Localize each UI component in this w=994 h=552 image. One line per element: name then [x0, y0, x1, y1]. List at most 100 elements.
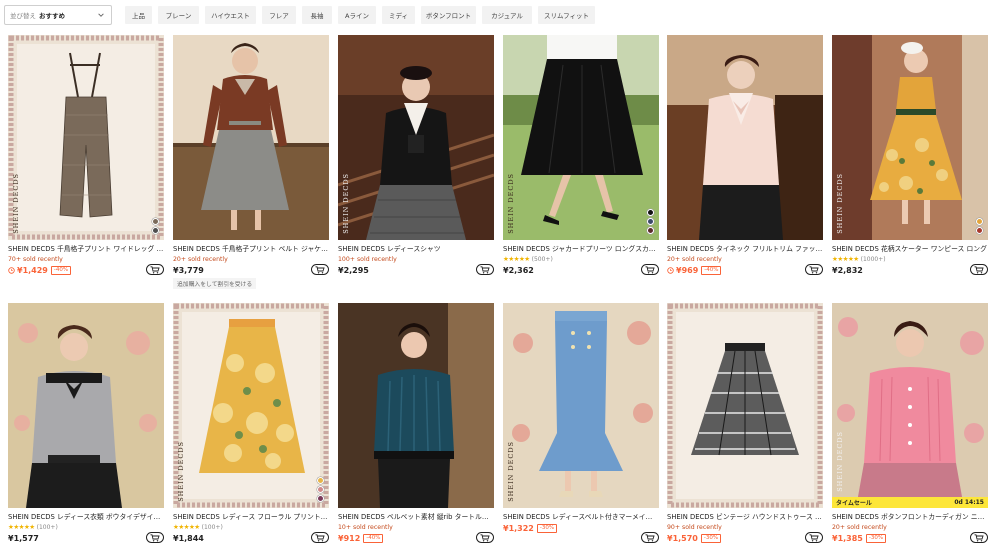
- product-card[interactable]: SHEIN DECDS ビンテージ ハウンドストゥース スカート 90+ sol…: [667, 303, 823, 552]
- brand-watermark: SHEIN DECDS: [342, 173, 350, 234]
- rating-stars: ★★★★★: [8, 523, 35, 531]
- product-image[interactable]: SHEIN DECDS: [503, 35, 659, 240]
- product-title[interactable]: SHEIN DECDS レディースシャツ: [338, 243, 494, 253]
- product-title[interactable]: SHEIN DECDS ベルベット素材 縦rib タートルネック トップス: [338, 511, 494, 521]
- sort-select[interactable]: 並び替え おすすめ: [4, 5, 112, 25]
- color-swatches[interactable]: [976, 218, 983, 234]
- product-card[interactable]: SHEIN DECDS SHEIN DECDS レディース フローラル プリント…: [173, 303, 329, 552]
- filter-chip-slim-fit[interactable]: スリムフィット: [538, 6, 595, 24]
- product-card[interactable]: SHEIN DECDS タイネック フリルトリム ファッションブラウス 20+ …: [667, 35, 823, 291]
- color-swatch[interactable]: [976, 218, 983, 225]
- product-title[interactable]: SHEIN DECDS 千鳥格子プリント ワイドレッグ ジャンプスーツ: [8, 243, 164, 253]
- color-swatch[interactable]: [152, 227, 159, 234]
- filter-chip-elegant[interactable]: 上品: [125, 6, 152, 24]
- product-image[interactable]: [8, 303, 164, 508]
- product-title[interactable]: SHEIN DECDS ジャカードプリーツ ロングスカート: [503, 243, 659, 253]
- product-card[interactable]: SHEIN DECDS レディース衣類 ボウタイデザイン ブラウス ★★★★★(…: [8, 303, 164, 552]
- color-swatch[interactable]: [317, 477, 324, 484]
- cart-icon: [480, 533, 490, 541]
- cart-icon: [150, 265, 160, 273]
- color-swatches[interactable]: [317, 477, 324, 502]
- chevron-down-icon: [98, 13, 104, 17]
- product-image[interactable]: SHEIN DECDS: [503, 303, 659, 508]
- filter-chip-button-front[interactable]: ボタンフロント: [421, 6, 476, 24]
- clock-icon: [8, 266, 15, 274]
- discount-badge: -30%: [536, 523, 558, 533]
- product-image[interactable]: SHEIN DECDS: [832, 35, 988, 240]
- sort-prefix: 並び替え: [10, 12, 36, 20]
- filter-chip-midi[interactable]: ミディ: [382, 6, 415, 24]
- product-card[interactable]: SHEIN DECDS SHEIN DECDS 千鳥格子プリント ワイドレッグ …: [8, 35, 164, 291]
- product-card[interactable]: SHEIN DECDS SHEIN DECDS ジャカードプリーツ ロングスカー…: [503, 35, 659, 291]
- rating-count: (100+): [201, 523, 223, 531]
- product-card[interactable]: SHEIN DECDS SHEIN DECDS 花柄スケーター ワンピース ロン…: [832, 35, 988, 291]
- time-sale-label: タイムセール: [836, 500, 872, 507]
- product-title[interactable]: SHEIN DECDS 花柄スケーター ワンピース ロング: [832, 243, 988, 253]
- add-to-cart-button[interactable]: [476, 264, 494, 275]
- sold-count: 90+ sold recently: [667, 523, 722, 531]
- add-to-cart-button[interactable]: [476, 532, 494, 543]
- add-to-cart-button[interactable]: [970, 532, 988, 543]
- color-swatches[interactable]: [647, 209, 654, 234]
- sold-count: 20+ sold recently: [173, 255, 228, 263]
- color-swatches[interactable]: [152, 218, 159, 234]
- color-swatch[interactable]: [647, 227, 654, 234]
- add-to-cart-button[interactable]: [805, 532, 823, 543]
- product-title[interactable]: SHEIN DECDS 千鳥格子プリント ベルト ジャケット & スカート: [173, 243, 329, 253]
- add-to-cart-button[interactable]: [146, 532, 164, 543]
- product-card[interactable]: SHEIN DECDS SHEIN DECDS レディースベルト付きマーメイド …: [503, 303, 659, 552]
- product-title[interactable]: SHEIN DECDS レディースベルト付きマーメイド スカート: [503, 511, 659, 521]
- product-image[interactable]: SHEIN DECDS タイムセール 0d 14:15: [832, 303, 988, 508]
- filter-chip-plain[interactable]: プレーン: [158, 6, 199, 24]
- product-price: ¥2,362: [503, 265, 534, 275]
- product-image[interactable]: [173, 35, 329, 240]
- color-swatch[interactable]: [152, 218, 159, 225]
- cart-icon: [645, 265, 655, 273]
- product-image[interactable]: [667, 303, 823, 508]
- cart-icon: [480, 265, 490, 273]
- add-to-cart-button[interactable]: [641, 532, 659, 543]
- product-image[interactable]: SHEIN DECDS: [173, 303, 329, 508]
- add-to-cart-button[interactable]: [311, 532, 329, 543]
- color-swatch[interactable]: [647, 218, 654, 225]
- discount-badge: -40%: [701, 265, 722, 275]
- rating-count: (100+): [36, 523, 58, 531]
- product-title[interactable]: SHEIN DECDS レディース フローラル プリント スカート: [173, 511, 329, 521]
- product-card[interactable]: SHEIN DECDS 千鳥格子プリント ベルト ジャケット & スカート 20…: [173, 35, 329, 291]
- add-to-cart-button[interactable]: [641, 264, 659, 275]
- filter-chip-casual[interactable]: カジュアル: [482, 6, 532, 24]
- add-to-cart-button[interactable]: [970, 264, 988, 275]
- product-price: ¥1,385: [832, 533, 863, 543]
- product-card[interactable]: SHEIN DECDS SHEIN DECDS レディースシャツ 100+ so…: [338, 35, 494, 291]
- product-title[interactable]: SHEIN DECDS レディース衣類 ボウタイデザイン ブラウス: [8, 511, 164, 521]
- sold-count: 20+ sold recently: [832, 523, 887, 531]
- filter-chip-flare[interactable]: フレア: [262, 6, 296, 24]
- product-image[interactable]: [338, 303, 494, 508]
- product-title[interactable]: SHEIN DECDS ビンテージ ハウンドストゥース スカート: [667, 511, 823, 521]
- filter-chip-high-waist[interactable]: ハイウエスト: [205, 6, 256, 24]
- color-swatch[interactable]: [976, 227, 983, 234]
- rating-count: (500+): [531, 255, 553, 263]
- cart-icon: [809, 265, 819, 273]
- cart-icon: [150, 533, 160, 541]
- product-title[interactable]: SHEIN DECDS タイネック フリルトリム ファッションブラウス: [667, 243, 823, 253]
- bundle-promo-link[interactable]: 追加購入をして割引を受ける: [173, 278, 257, 289]
- brand-watermark: SHEIN DECDS: [507, 441, 515, 502]
- product-image[interactable]: SHEIN DECDS: [338, 35, 494, 240]
- product-image[interactable]: SHEIN DECDS: [8, 35, 164, 240]
- color-swatch[interactable]: [317, 495, 324, 502]
- discount-badge: -30%: [700, 533, 722, 543]
- add-to-cart-button[interactable]: [805, 264, 823, 275]
- product-image[interactable]: [667, 35, 823, 240]
- color-swatch[interactable]: [317, 486, 324, 493]
- add-to-cart-button[interactable]: [311, 264, 329, 275]
- color-swatch[interactable]: [647, 209, 654, 216]
- filter-chip-a-line[interactable]: Aライン: [338, 6, 376, 24]
- discount-badge: -30%: [865, 533, 887, 543]
- add-to-cart-button[interactable]: [146, 264, 164, 275]
- time-sale-banner: タイムセール 0d 14:15: [832, 497, 988, 508]
- product-title[interactable]: SHEIN DECDS ボタンフロントカーディガン ニット: [832, 511, 988, 521]
- filter-chip-long-sleeve[interactable]: 長袖: [302, 6, 332, 24]
- product-card[interactable]: SHEIN DECDS タイムセール 0d 14:15 SHEIN DECDS …: [832, 303, 988, 552]
- product-card[interactable]: SHEIN DECDS ベルベット素材 縦rib タートルネック トップス 10…: [338, 303, 494, 552]
